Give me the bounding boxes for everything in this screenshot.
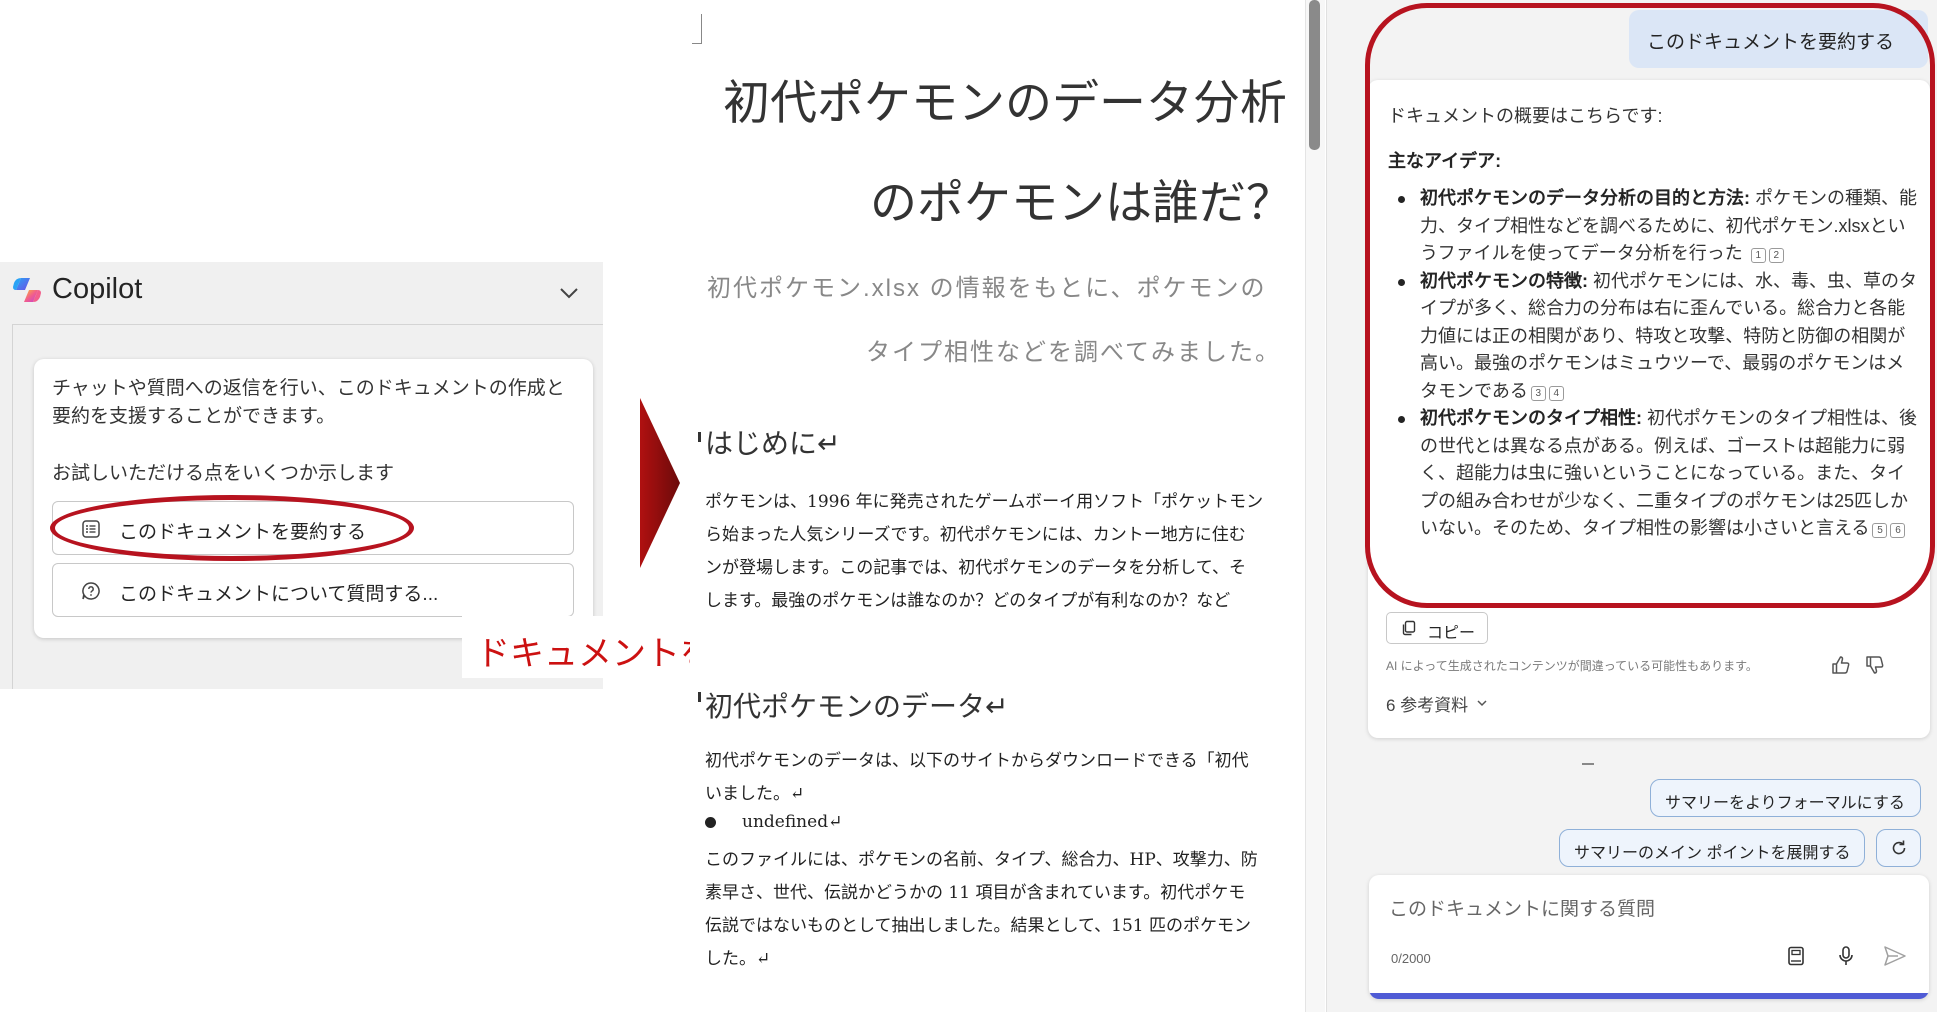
arrow-right-icon (640, 398, 680, 568)
paragraph-mark (698, 692, 701, 702)
suggestion-label: サマリーをよりフォーマルにする (1665, 795, 1905, 812)
document-title-line2: のポケモンは誰だ？ (870, 176, 1293, 229)
send-icon[interactable] (1883, 945, 1907, 967)
refresh-suggestions-button[interactable] (1876, 829, 1921, 867)
try-prompt-text: お試しいただける点をいくつか示します (52, 463, 395, 484)
bullet-text: undefined↵ (742, 812, 843, 832)
copilot-logo-icon (13, 278, 41, 302)
file-line: した。↵ (705, 949, 771, 969)
intro-line: ンが登場します。この記事では、初代ポケモンのデータを分析して、そ (705, 558, 1246, 578)
copy-icon (1402, 620, 1416, 636)
highlight-oval (50, 495, 414, 561)
document-subtitle-line1: 初代ポケモン.xlsx の情報をもとに、ポケモンの (707, 275, 1267, 302)
refresh-icon (1892, 840, 1906, 855)
copilot-title: Copilot (52, 273, 143, 305)
notebook-icon[interactable] (1785, 945, 1807, 967)
copy-label: コピー (1427, 625, 1476, 642)
thumbs-down-icon[interactable] (1864, 654, 1886, 676)
page-corner-mark (692, 14, 702, 44)
bullet-item: undefined↵ (705, 812, 842, 832)
ai-disclaimer: AI によって生成されたコンテンツが間違っている可能性もあります。 (1386, 659, 1758, 673)
ask-about-document-button[interactable]: このドキュメントについて質問する... (52, 563, 574, 617)
file-line: 素早さ、世代、伝説かどうかの 11 項目が含まれています。初代ポケモ (705, 883, 1246, 903)
chevron-down-icon[interactable] (558, 282, 580, 304)
bullet-dot (705, 817, 716, 828)
character-count: 0/2000 (1391, 951, 1431, 966)
welcome-text: チャットや質問への返信を行い、このドキュメントの作成と要約を支援することができま… (52, 378, 565, 427)
paragraph-mark (698, 432, 701, 442)
references-toggle[interactable]: 6 参考資料 (1386, 691, 1488, 716)
copilot-header: Copilot (0, 262, 603, 322)
document-title-line1: 初代ポケモンのデータ分析 (723, 76, 1287, 129)
references-label: 6 参考資料 (1386, 696, 1469, 715)
chevron-down-icon (1477, 700, 1487, 707)
copy-button[interactable]: コピー (1386, 612, 1488, 644)
separator-dash (1582, 763, 1594, 765)
question-chat-icon (82, 582, 100, 600)
document-heading-data: 初代ポケモンのデータ↵ (705, 691, 1009, 722)
intro-line: ら始まった人気シリーズです。初代ポケモンには、カントー地方に住む (705, 525, 1246, 545)
highlight-frame (1365, 3, 1935, 608)
input-focus-underline (1369, 993, 1929, 999)
document-heading-intro: はじめに↵ (705, 428, 841, 459)
intro-line: します。最強のポケモンは誰なのか？どのタイプが有利なのか？など (705, 591, 1231, 611)
ask-about-document-label: このドキュメントについて質問する... (119, 584, 439, 605)
file-line: 伝説ではないものとして抽出しました。結果として、151 匹のポケモン (705, 916, 1251, 936)
suggestion-label: サマリーのメイン ポイントを展開する (1574, 845, 1851, 862)
data-line: いました。↵ (705, 784, 805, 804)
thumbs-up-icon[interactable] (1830, 654, 1852, 676)
suggestion-expand-points[interactable]: サマリーのメイン ポイントを展開する (1559, 829, 1865, 867)
document-scrollbar[interactable] (1309, 0, 1320, 150)
file-line: このファイルには、ポケモンの名前、タイプ、総合力、HP、攻撃力、防 (705, 850, 1258, 870)
intro-line: ポケモンは、1996 年に発売されたゲームボーイ用ソフト「ポケットモン (705, 492, 1264, 512)
suggestion-make-formal[interactable]: サマリーをよりフォーマルにする (1650, 779, 1921, 817)
document-subtitle-line2: タイプ相性などを調べてみました。 (866, 339, 1282, 366)
document-edge (1305, 0, 1325, 1012)
microphone-icon[interactable] (1835, 945, 1857, 967)
data-line: 初代ポケモンのデータは、以下のサイトからダウンロードできる「初代 (705, 751, 1249, 771)
chat-input[interactable] (1389, 895, 1809, 925)
chat-input-box: 0/2000 (1369, 875, 1929, 999)
